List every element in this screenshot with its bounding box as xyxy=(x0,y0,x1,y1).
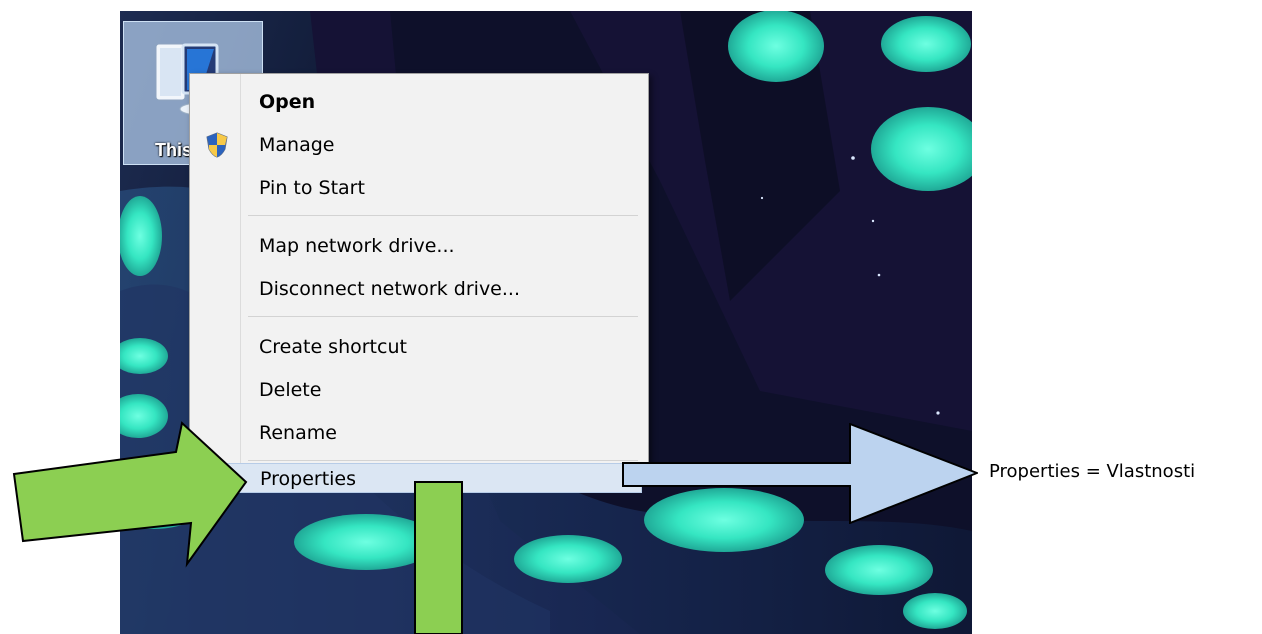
glow-shape xyxy=(881,16,971,72)
tutorial-screenshot-page: This Open Manage Pin to Start Map networ… xyxy=(0,0,1262,634)
context-menu: Open Manage Pin to Start Map network dri… xyxy=(189,73,649,493)
glow-shape xyxy=(825,545,933,595)
menu-item-label: Open xyxy=(259,91,316,113)
desktop-icon-label: This xyxy=(155,140,193,160)
menu-item-label: Delete xyxy=(259,379,322,401)
menu-item-label: Properties xyxy=(260,468,357,490)
menu-item-create-shortcut[interactable]: Create shortcut xyxy=(194,329,642,365)
menu-item-label: Map network drive... xyxy=(259,235,455,257)
glow-shape xyxy=(514,535,622,583)
menu-item-pin-to-start[interactable]: Pin to Start xyxy=(194,170,642,206)
menu-item-map-network-drive[interactable]: Map network drive... xyxy=(194,228,642,264)
bottom-green-arrow xyxy=(414,481,463,634)
menu-separator xyxy=(248,316,638,317)
menu-item-disconnect-network-drive[interactable]: Disconnect network drive... xyxy=(194,271,642,307)
menu-item-open[interactable]: Open xyxy=(194,84,642,120)
glow-shape xyxy=(120,196,162,276)
menu-item-manage[interactable]: Manage xyxy=(194,127,642,163)
menu-item-rename[interactable]: Rename xyxy=(194,415,642,451)
menu-separator xyxy=(248,215,638,216)
shield-icon xyxy=(206,132,228,158)
menu-item-label: Manage xyxy=(259,134,335,156)
glow-shape xyxy=(903,593,967,629)
glow-shape xyxy=(728,11,824,82)
menu-item-label: Pin to Start xyxy=(259,177,365,199)
menu-separator xyxy=(248,460,638,461)
menu-item-label: Rename xyxy=(259,422,337,444)
menu-item-label: Disconnect network drive... xyxy=(259,278,520,300)
menu-item-label: Create shortcut xyxy=(259,336,407,358)
menu-item-delete[interactable]: Delete xyxy=(194,372,642,408)
left-green-arrow xyxy=(12,421,248,568)
right-blue-arrow xyxy=(622,423,978,524)
annotation-label: Properties = Vlastnosti xyxy=(989,461,1196,482)
